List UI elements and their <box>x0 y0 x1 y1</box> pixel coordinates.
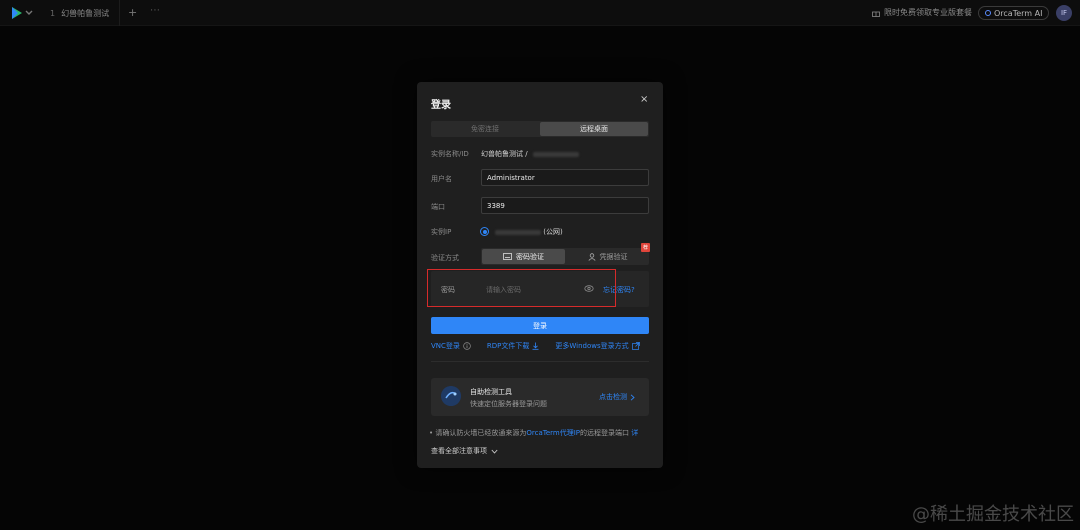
username-label: 用户名 <box>431 175 452 183</box>
notice-prefix: • 请确认防火墙已经放通来源为 <box>429 429 527 437</box>
top-bar: 1 幻兽帕鲁测试 + ⋯ 限时免费领取专业版套餐 OrcaTerm AI IF <box>0 0 1080 26</box>
ai-icon <box>985 10 991 16</box>
instance-value: 幻兽帕鲁测试 / <box>481 149 579 159</box>
ip-value: (公网) <box>495 227 563 237</box>
instance-label: 实例名称/ID <box>431 150 469 158</box>
dialog-title: 登录 <box>431 100 451 111</box>
rdp-download-label: RDP文件下载 <box>486 342 530 350</box>
ip-radio[interactable] <box>480 227 489 236</box>
ai-label: OrcaTerm AI <box>994 8 1043 18</box>
view-all-label: 查看全部注意事项 <box>431 447 487 455</box>
notice-details-link[interactable]: 详 <box>631 429 638 437</box>
promo-link[interactable]: 限时免费领取专业版套餐 <box>872 7 972 18</box>
instance-name: 幻兽帕鲁测试 / <box>481 150 528 158</box>
chevron-down-icon <box>491 449 498 454</box>
tab-passwordless[interactable]: 免密连接 <box>431 121 539 137</box>
proxy-ip-link[interactable]: OrcaTerm代理IP <box>526 429 580 437</box>
alt-login-links: VNC登录 RDP文件下载 更多Windows登录方式 <box>431 341 656 351</box>
download-icon <box>532 342 539 350</box>
auth-label: 验证方式 <box>431 254 459 262</box>
divider <box>431 361 649 362</box>
chevron-right-icon <box>630 393 635 401</box>
rdp-download-link[interactable]: RDP文件下载 <box>487 341 539 351</box>
username-input[interactable]: Administrator <box>481 169 649 186</box>
port-input[interactable]: 3389 <box>481 197 649 214</box>
credential-auth-label: 凭据验证 <box>599 252 628 261</box>
password-auth-label: 密码验证 <box>516 252 544 261</box>
app-logo-icon[interactable] <box>10 5 36 21</box>
tab-number: 1 <box>50 8 56 18</box>
user-icon <box>587 252 596 261</box>
tool-subtitle: 快速定位服务器登录问题 <box>470 400 547 408</box>
tab-password-auth[interactable]: 密码验证 <box>482 249 565 264</box>
ip-suffix: (公网) <box>543 228 563 236</box>
redacted-id <box>532 151 579 157</box>
tab-title: 幻兽帕鲁测试 <box>61 8 110 18</box>
more-tabs-button[interactable]: ⋯ <box>150 5 160 16</box>
tab-remote-desktop[interactable]: 远程桌面 <box>540 122 648 136</box>
external-link-icon <box>631 342 640 350</box>
avatar[interactable]: IF <box>1056 5 1072 21</box>
auth-method-tabs: 密码验证 凭据验证 <box>481 248 649 265</box>
port-label: 端口 <box>431 203 445 211</box>
ip-label: 实例IP <box>431 228 452 236</box>
run-check-button[interactable]: 点击检测 <box>599 392 635 402</box>
keyboard-icon <box>503 253 512 260</box>
recommend-badge: 荐 <box>641 243 650 252</box>
more-windows-login-label: 更多Windows登录方式 <box>555 342 629 350</box>
tab-credential-auth[interactable]: 凭据验证 <box>566 248 649 265</box>
highlight-annotation <box>427 269 616 307</box>
run-check-label: 点击检测 <box>599 393 627 401</box>
more-windows-login-link[interactable]: 更多Windows登录方式 <box>555 341 640 351</box>
add-tab-button[interactable]: + <box>128 6 137 19</box>
login-button[interactable]: 登录 <box>431 317 649 334</box>
diagnostic-tool-icon <box>441 386 461 406</box>
tool-title: 自助检测工具 <box>470 388 512 396</box>
promo-text: 限时免费领取专业版套餐 <box>884 8 972 17</box>
orcaterm-ai-button[interactable]: OrcaTerm AI <box>978 6 1050 20</box>
gift-icon <box>872 11 880 17</box>
close-icon[interactable]: × <box>640 94 648 105</box>
info-icon <box>463 342 471 350</box>
session-tab[interactable]: 1 幻兽帕鲁测试 <box>50 0 120 26</box>
self-check-tool-card[interactable]: 自助检测工具 快速定位服务器登录问题 点击检测 <box>431 378 649 416</box>
vnc-login-link[interactable]: VNC登录 <box>431 341 471 351</box>
vnc-login-label: VNC登录 <box>431 342 460 350</box>
view-all-notes-toggle[interactable]: 查看全部注意事项 <box>431 446 498 456</box>
watermark: @稀土掘金技术社区 <box>912 504 1074 525</box>
connection-mode-tabs: 免密连接 远程桌面 <box>431 121 649 137</box>
notice-suffix: 的远程登录端口 <box>579 429 629 437</box>
firewall-notice: • 请确认防火墙已经放通来源为OrcaTerm代理IP的远程登录端口 详 <box>429 428 638 438</box>
redacted-ip <box>495 229 541 235</box>
